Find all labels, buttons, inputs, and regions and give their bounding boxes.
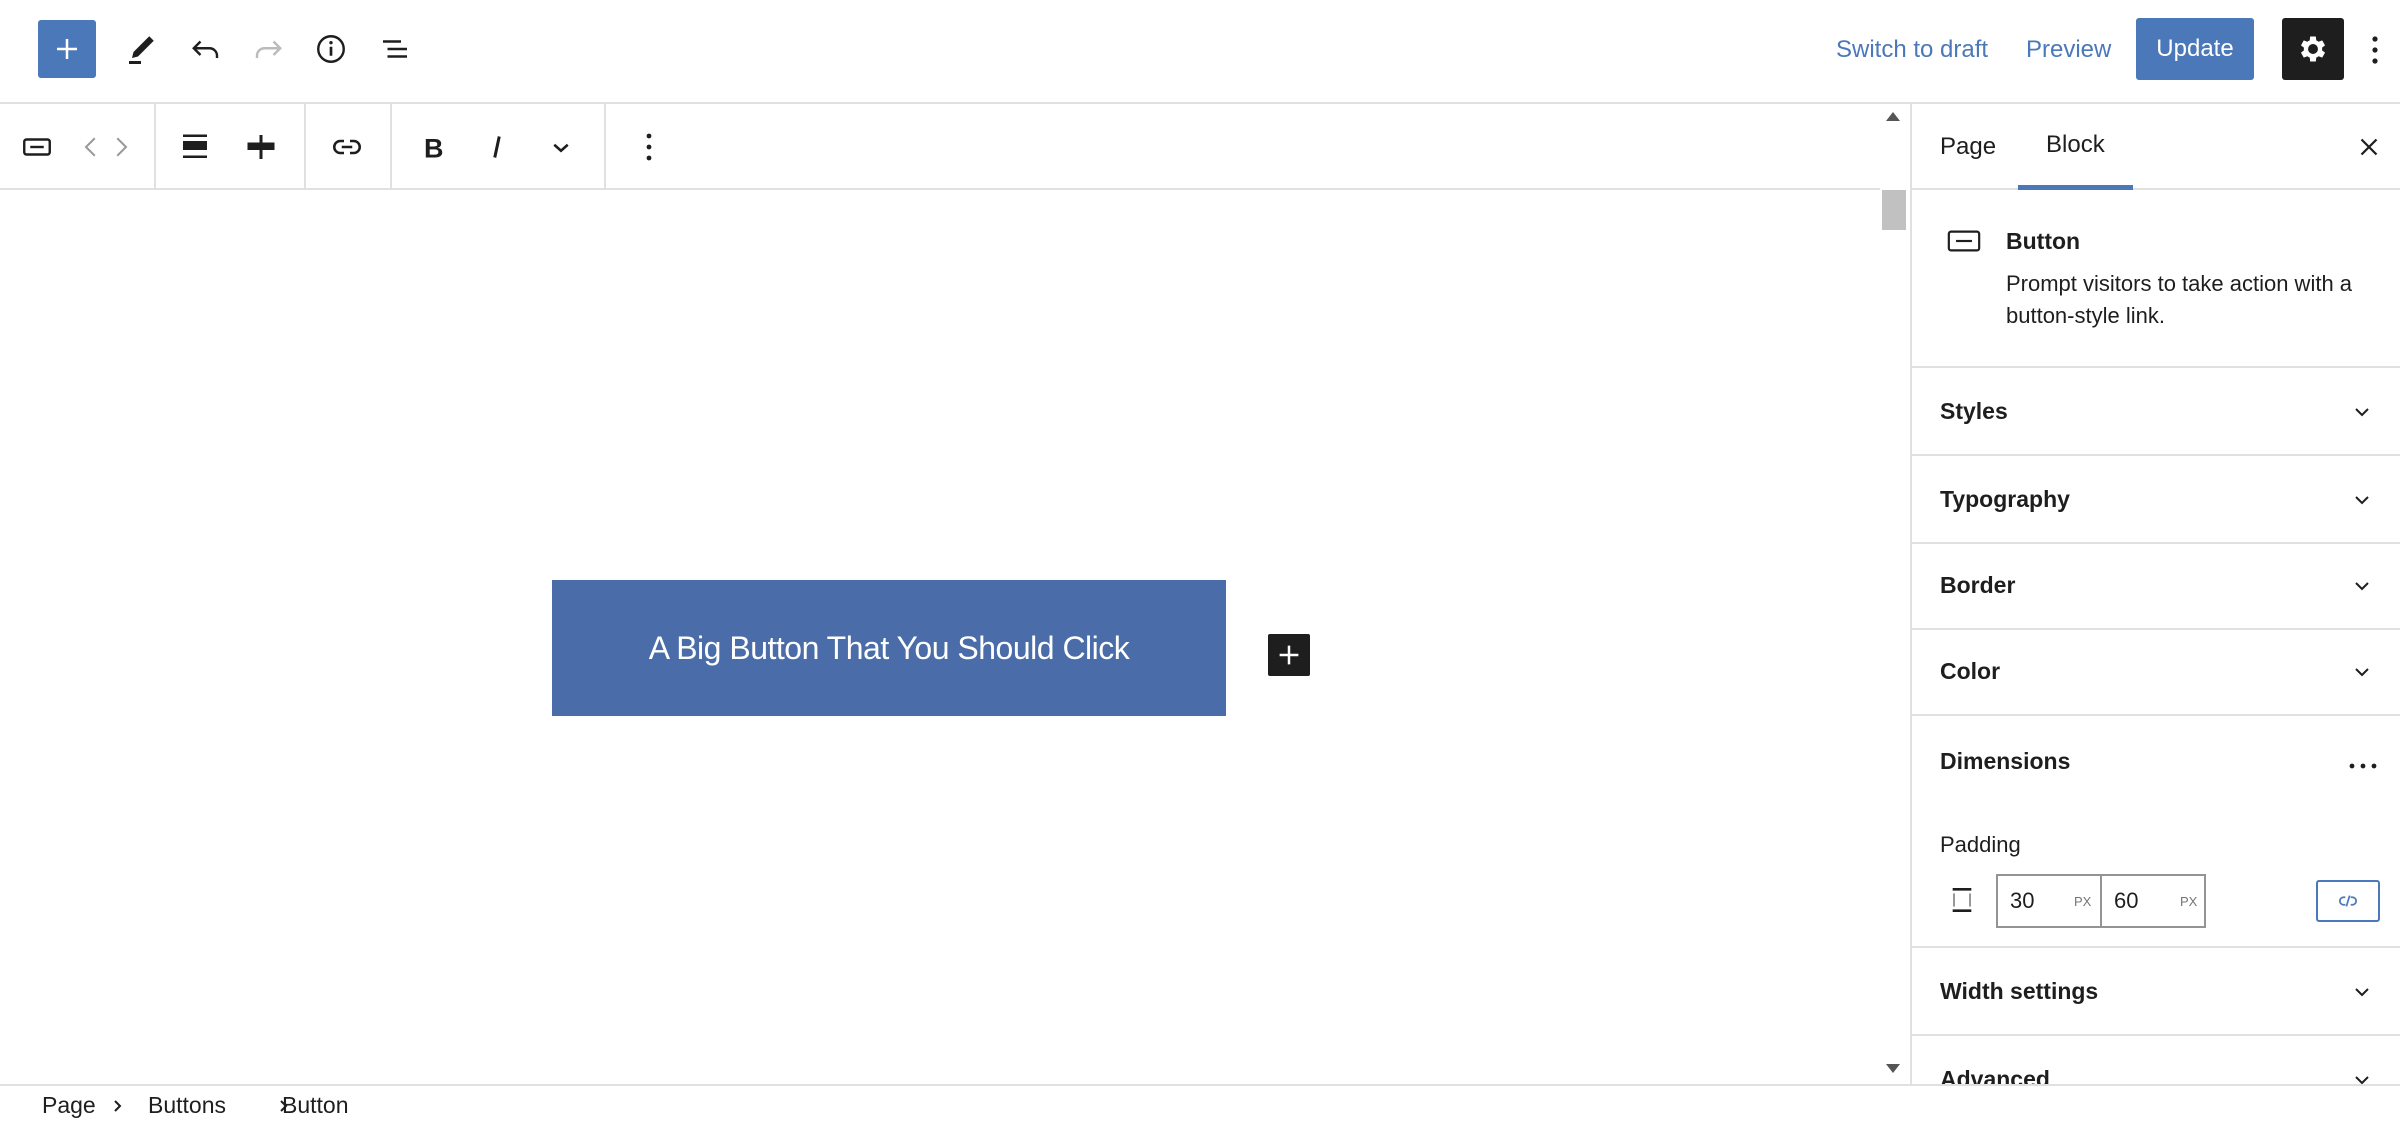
sidebar-tabs: Page Block: [1912, 104, 2400, 190]
toolbar-divider: [154, 104, 156, 190]
list-view-button[interactable]: [366, 20, 424, 78]
panel-color[interactable]: Color: [1912, 630, 2400, 716]
info-icon: [317, 35, 345, 63]
chevron-down-icon: [2355, 668, 2369, 677]
button-block-icon: [1947, 230, 1981, 252]
update-button[interactable]: Update: [2136, 18, 2254, 80]
chevron-right-icon: [114, 1100, 122, 1112]
toolbar-divider: [604, 104, 606, 190]
block-options-button[interactable]: [620, 118, 678, 176]
link-icon: [332, 139, 362, 155]
unlink-sides-button[interactable]: [2316, 880, 2380, 922]
settings-button[interactable]: [2282, 18, 2344, 80]
chevron-down-icon: [2355, 496, 2369, 505]
tools-button[interactable]: [112, 20, 170, 78]
canvas-scrollbar[interactable]: [1880, 104, 1908, 1084]
chevron-down-icon: [2355, 582, 2369, 591]
padding-horizontal-unit[interactable]: PX: [2180, 894, 2197, 909]
button-block-icon: [23, 138, 51, 156]
block-toolbar: B: [0, 104, 1880, 190]
switch-to-draft-link[interactable]: Switch to draft: [1836, 30, 1988, 70]
justify-stretch-icon: [183, 134, 207, 158]
chevron-right-icon: [116, 137, 128, 157]
plus-icon: [57, 39, 77, 59]
plus-icon: [1279, 645, 1299, 665]
padding-label: Padding: [1940, 832, 2021, 857]
panel-dimensions: Dimensions Padding 30 PX 60 PX: [1912, 716, 2400, 948]
svg-text:B: B: [424, 134, 444, 164]
block-type-button[interactable]: [8, 118, 66, 176]
justify-center-icon: [247, 135, 275, 159]
chevron-left-icon: [84, 137, 96, 157]
more-formatting-button[interactable]: [532, 118, 590, 176]
panel-border[interactable]: Border: [1912, 544, 2400, 630]
panel-title: Typography: [1940, 486, 2070, 512]
chevron-down-icon: [2355, 988, 2369, 997]
close-sidebar-button[interactable]: [2350, 128, 2388, 166]
scroll-down-arrow-icon[interactable]: [1886, 1064, 1900, 1073]
padding-sides-icon[interactable]: [1946, 884, 1978, 916]
unlink-icon: [2339, 895, 2357, 907]
panel-title: Dimensions: [1940, 748, 2071, 774]
editor-header: Switch to draft Preview Update: [0, 0, 2400, 104]
panel-title: Advanced: [1940, 1066, 2050, 1084]
dimensions-options-button[interactable]: [2348, 756, 2378, 770]
settings-sidebar: Page Block Button Prompt visitors to tak…: [1910, 104, 2400, 1084]
more-vertical-icon: [2372, 36, 2378, 64]
add-block-button[interactable]: [38, 20, 96, 78]
breadcrumb-item-page[interactable]: Page: [42, 1092, 96, 1119]
padding-vertical-unit[interactable]: PX: [2074, 894, 2091, 909]
tab-block[interactable]: Block: [2018, 104, 2133, 190]
block-card-title: Button: [2006, 228, 2081, 254]
block-card-description: Prompt visitors to take action with a bu…: [2006, 271, 2353, 328]
move-left-button[interactable]: [76, 118, 106, 176]
chevron-down-icon: [2355, 1076, 2369, 1084]
breadcrumb: Page Buttons Button: [0, 1084, 2400, 1124]
panel-title: Color: [1940, 658, 2001, 684]
selected-button-block[interactable]: A Big Button That You Should Click: [552, 580, 1226, 716]
chevron-down-icon: [553, 143, 569, 153]
toolbar-divider: [304, 104, 306, 190]
undo-button[interactable]: [176, 20, 234, 78]
panel-typography[interactable]: Typography: [1912, 456, 2400, 544]
block-card: Button Prompt visitors to take action wi…: [1912, 192, 2400, 368]
redo-button[interactable]: [240, 20, 298, 78]
breadcrumb-item-button[interactable]: Button: [282, 1092, 349, 1119]
panel-width-settings[interactable]: Width settings: [1912, 948, 2400, 1036]
panel-advanced[interactable]: Advanced: [1912, 1036, 2400, 1084]
bold-icon: B: [424, 134, 444, 164]
panel-styles[interactable]: Styles: [1912, 368, 2400, 456]
more-horizontal-icon: [2349, 763, 2377, 769]
preview-link[interactable]: Preview: [2026, 30, 2111, 70]
toolbar-divider: [390, 104, 392, 190]
panel-title: Styles: [1940, 398, 2008, 424]
tab-page[interactable]: Page: [1912, 104, 2024, 190]
italic-button[interactable]: [468, 118, 526, 176]
chevron-down-icon: [2355, 408, 2369, 417]
link-button[interactable]: [318, 118, 376, 176]
redo-icon: [255, 40, 282, 58]
block-inserter-button[interactable]: [1268, 634, 1310, 676]
panel-title: Border: [1940, 572, 2016, 598]
undo-icon: [192, 40, 219, 58]
details-button[interactable]: [302, 20, 360, 78]
close-icon: [2360, 138, 2378, 156]
italic-icon: [493, 136, 501, 158]
move-right-button[interactable]: [106, 118, 136, 176]
bold-button[interactable]: B: [404, 118, 462, 176]
pencil-icon: [129, 36, 154, 64]
scrollbar-thumb[interactable]: [1882, 190, 1906, 230]
justify-center-button[interactable]: [232, 118, 290, 176]
panel-title: Width settings: [1940, 978, 2099, 1004]
list-view-icon: [383, 40, 407, 58]
options-button[interactable]: [2360, 26, 2390, 74]
scroll-up-arrow-icon[interactable]: [1886, 112, 1900, 121]
breadcrumb-item-buttons[interactable]: Buttons: [148, 1092, 226, 1119]
gear-icon: [2300, 36, 2326, 62]
more-vertical-icon: [646, 133, 652, 161]
justify-stretch-button[interactable]: [166, 118, 224, 176]
